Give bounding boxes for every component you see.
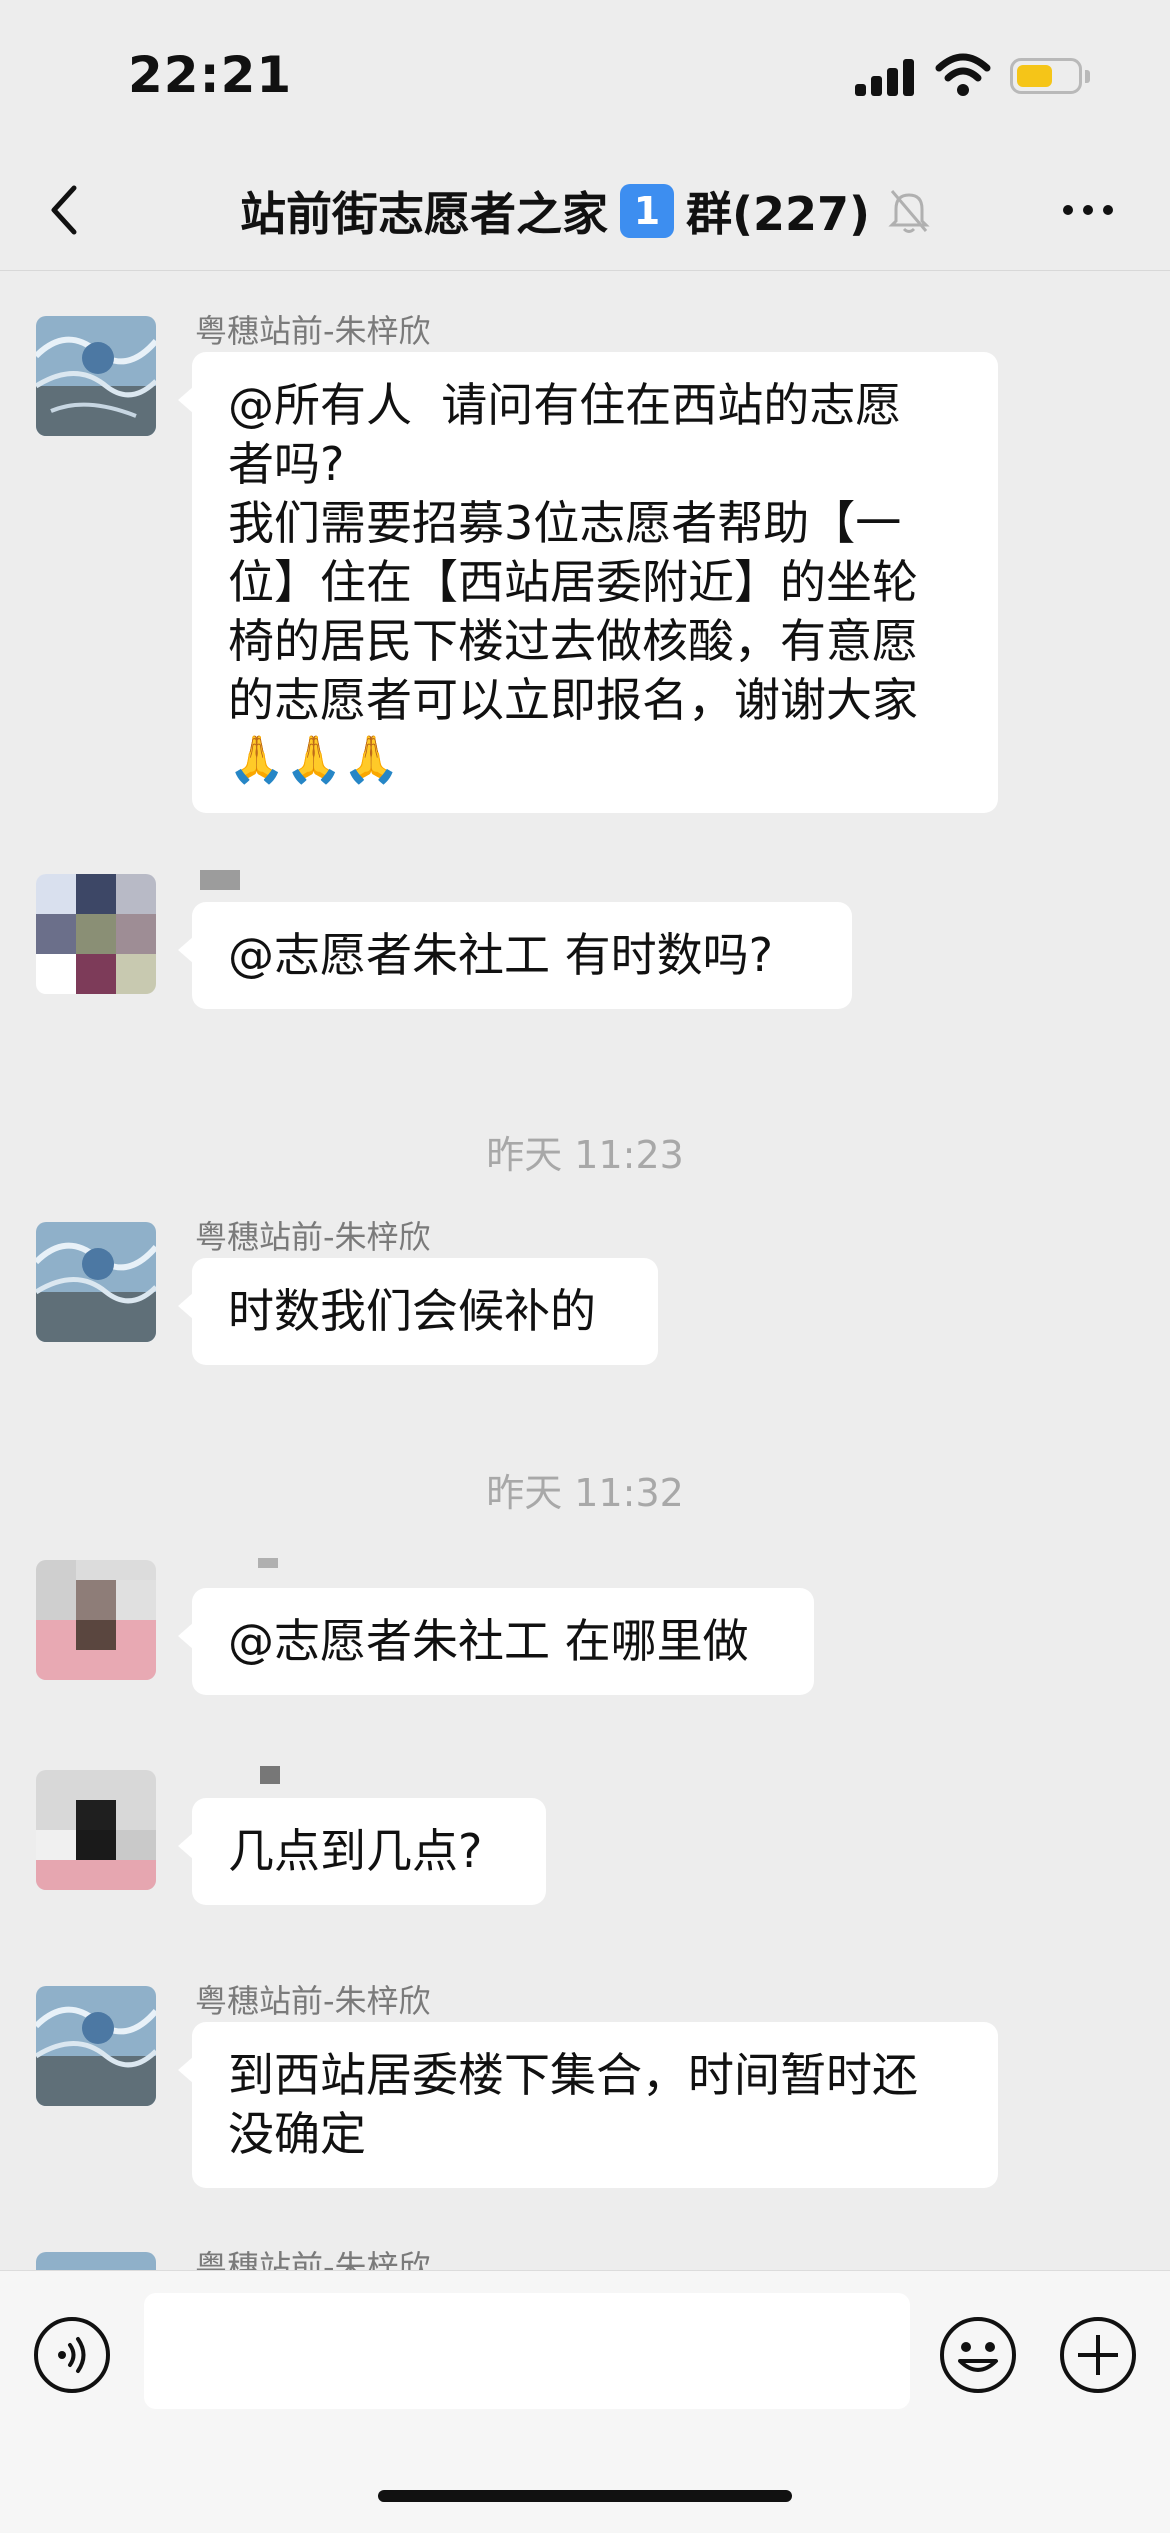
battery-icon bbox=[1010, 58, 1082, 94]
voice-icon[interactable] bbox=[32, 2315, 112, 2395]
sender-name: 粤穗站前-朱梓欣 bbox=[195, 1982, 431, 2020]
chat-header: 站前街志愿者之家 1 群(227) bbox=[0, 150, 1170, 271]
avatar[interactable] bbox=[36, 316, 156, 436]
home-indicator[interactable] bbox=[378, 2490, 792, 2502]
sender-name-hidden bbox=[258, 1558, 278, 1568]
sender-name: 粤穗站前-朱梓欣 bbox=[195, 312, 431, 350]
status-time: 22:21 bbox=[128, 46, 293, 104]
chat-title: 站前街志愿者之家 1 群(227) bbox=[0, 178, 1170, 244]
emoji-icon[interactable] bbox=[938, 2315, 1018, 2395]
group-member-count: 群(227) bbox=[685, 187, 871, 241]
group-number-badge: 1 bbox=[619, 184, 674, 238]
message-bubble[interactable]: 到西站居委楼下集合，时间暂时还 没确定 bbox=[178, 2022, 998, 2188]
avatar[interactable] bbox=[36, 2252, 156, 2270]
sender-name-hidden bbox=[260, 1766, 280, 1784]
sender-name-hidden bbox=[200, 870, 240, 890]
message-input[interactable] bbox=[144, 2293, 910, 2409]
mute-bell-icon bbox=[888, 190, 930, 233]
avatar[interactable] bbox=[36, 1222, 156, 1342]
timestamp: 昨天 11:23 bbox=[486, 1133, 684, 1177]
avatar[interactable] bbox=[36, 1770, 156, 1890]
status-bar: 22:21 bbox=[0, 0, 1170, 150]
message-bubble[interactable]: @志愿者朱社工 有时数吗? bbox=[178, 902, 852, 1009]
group-name: 站前街志愿者之家 bbox=[239, 187, 608, 241]
timestamp: 昨天 11:32 bbox=[486, 1471, 684, 1515]
battery-level bbox=[1017, 65, 1052, 87]
avatar[interactable] bbox=[36, 1986, 156, 2106]
message-bubble[interactable]: @所有人 请问有住在西站的志愿 者吗? 我们需要招募3位志愿者帮助【一 位】住在… bbox=[178, 352, 998, 813]
plus-icon[interactable] bbox=[1058, 2315, 1138, 2395]
message-list[interactable]: 粤穗站前-朱梓欣 @所有人 请问有住在西站的志愿 者吗? 我们需要招募3位志愿者… bbox=[0, 272, 1170, 2270]
sender-name: 粤穗站前-朱梓欣 bbox=[195, 2248, 431, 2270]
message-bubble[interactable]: 几点到几点? bbox=[178, 1798, 546, 1905]
cellular-signal-icon bbox=[855, 58, 915, 96]
more-icon[interactable] bbox=[1060, 202, 1116, 218]
avatar[interactable] bbox=[36, 1560, 156, 1680]
message-bubble[interactable]: 时数我们会候补的 bbox=[178, 1258, 658, 1365]
sender-name: 粤穗站前-朱梓欣 bbox=[195, 1218, 431, 1256]
message-bubble[interactable]: @志愿者朱社工 在哪里做 bbox=[178, 1588, 814, 1695]
battery-tip bbox=[1085, 70, 1090, 83]
wifi-icon bbox=[935, 53, 991, 96]
avatar[interactable] bbox=[36, 874, 156, 994]
